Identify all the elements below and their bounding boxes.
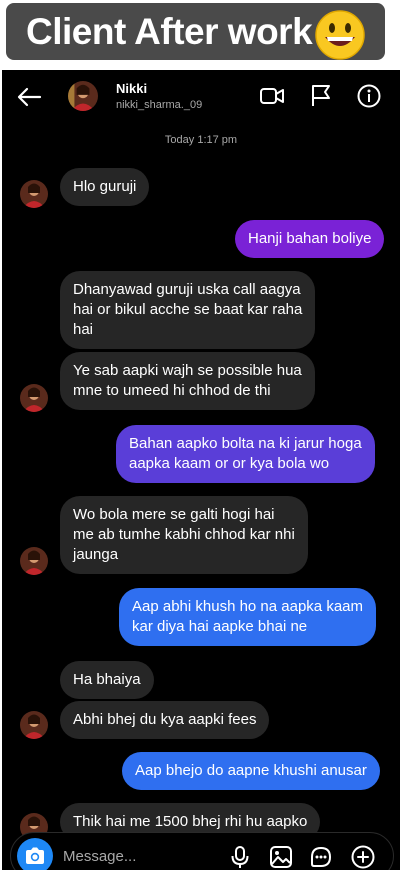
message-sent[interactable]: Hanji bahan boliye — [235, 220, 385, 258]
header-avatar[interactable] — [68, 81, 98, 111]
microphone-icon[interactable] — [229, 845, 251, 869]
message-received[interactable]: Wo bola mere se galti hogi hai me ab tum… — [60, 496, 308, 574]
contact-name[interactable]: Nikki — [116, 81, 147, 96]
sender-avatar[interactable] — [20, 384, 48, 412]
message-line: Ye sab aapki wajh se possible hua — [73, 362, 302, 379]
message-received[interactable]: Ha bhaiya — [60, 661, 154, 699]
message-received[interactable]: Hlo guruji — [60, 168, 150, 206]
contact-username[interactable]: nikki_sharma._09 — [116, 99, 202, 111]
banner-title: Client After work — [26, 11, 313, 52]
message-line: aapka kaam or or kya bola wo — [129, 455, 330, 472]
message-text: Aap bhejo do aapne khushi anusar — [135, 762, 367, 779]
sticker-icon[interactable] — [309, 845, 333, 869]
back-arrow-icon[interactable] — [16, 84, 42, 110]
message-sent[interactable]: Bahan aapko bolta na ki jarur hoga aapka… — [116, 425, 375, 483]
message-received[interactable]: Ye sab aapki wajh se possible hua mne to… — [60, 352, 315, 410]
message-line: mne to umeed hi chhod de thi — [73, 382, 271, 399]
message-sent[interactable]: Aap bhejo do aapne khushi anusar — [122, 752, 380, 790]
message-input[interactable] — [63, 846, 223, 866]
video-call-icon[interactable] — [259, 85, 285, 107]
sender-avatar[interactable] — [20, 547, 48, 575]
chat-screen: Nikki nikki_sharma._09 Today 1:17 pm Hlo… — [2, 70, 400, 870]
avatar-image-icon — [20, 180, 48, 208]
message-received[interactable]: Abhi bhej du kya aapki fees — [60, 701, 270, 739]
chat-header: Nikki nikki_sharma._09 — [2, 70, 400, 122]
avatar-image-icon — [20, 547, 48, 575]
message-text: Abhi bhej du kya aapki fees — [73, 711, 257, 728]
message-line: Wo bola mere se galti hogi hai — [73, 506, 275, 523]
message-line: Bahan aapko bolta na ki jarur hoga — [129, 435, 362, 452]
message-text: Hanji bahan boliye — [248, 230, 372, 247]
avatar-image-icon — [68, 81, 98, 111]
message-line: kar diya hai aapke bhai ne — [132, 618, 308, 635]
message-line: Aap abhi khush ho na aapka kaam — [132, 598, 363, 615]
banner: Client After work — [0, 0, 400, 70]
message-line: me ab tumhe kabhi chhod kar nhi — [73, 526, 295, 543]
gallery-icon[interactable] — [269, 845, 293, 869]
plus-icon[interactable] — [351, 845, 375, 869]
avatar-image-icon — [20, 711, 48, 739]
message-sent[interactable]: Aap abhi khush ho na aapka kaam kar diya… — [119, 588, 376, 646]
chat-timestamp: Today 1:17 pm — [164, 134, 238, 146]
sender-avatar[interactable] — [20, 180, 48, 208]
message-line: hai or bikul acche se baat kar raha — [73, 301, 303, 318]
info-icon[interactable] — [357, 84, 381, 108]
avatar-image-icon — [20, 384, 48, 412]
sender-avatar[interactable] — [20, 711, 48, 739]
camera-icon — [26, 847, 44, 864]
message-composer — [10, 832, 394, 870]
message-line: hai — [73, 321, 94, 338]
message-text: Hlo guruji — [73, 178, 137, 195]
message-text: Ha bhaiya — [73, 671, 141, 688]
message-line: jaunga — [73, 546, 119, 563]
message-text: Thik hai me 1500 bhej rhi hu aapko — [73, 813, 308, 830]
grinning-face-emoji-icon — [315, 10, 365, 60]
flag-icon[interactable] — [310, 83, 332, 107]
banner-title-box: Client After work — [6, 3, 385, 60]
camera-button[interactable] — [17, 838, 53, 870]
message-received[interactable]: Dhanyawad guruji uska call aagya hai or … — [60, 271, 316, 349]
message-line: Dhanyawad guruji uska call aagya — [73, 281, 301, 298]
